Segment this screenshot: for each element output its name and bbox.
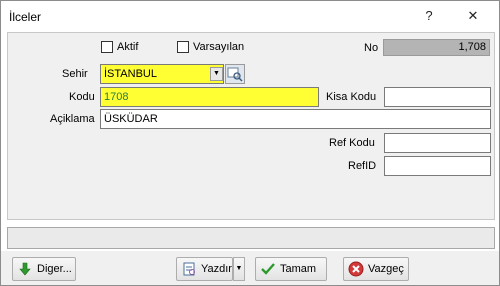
kisa-kodu-input[interactable] bbox=[384, 87, 491, 107]
sehir-value: İSTANBUL bbox=[104, 68, 157, 80]
aktif-checkbox[interactable] bbox=[101, 41, 113, 53]
ilceler-dialog: İlceler ? ✕ Aktif Varsayılan No 1,708 Se… bbox=[0, 0, 500, 286]
magnifier-icon bbox=[227, 67, 243, 82]
varsayilan-label: Varsayılan bbox=[193, 41, 245, 53]
title-bar: İlceler ? ✕ bbox=[1, 1, 499, 31]
sehir-label: Sehir bbox=[62, 68, 88, 80]
check-icon bbox=[260, 261, 276, 277]
ref-kodu-input[interactable] bbox=[384, 133, 491, 153]
button-bar: Diger... Yazdır ▼ Tamam Vazgeç bbox=[1, 251, 499, 285]
diger-button[interactable]: Diger... bbox=[12, 257, 76, 281]
help-button[interactable]: ? bbox=[413, 3, 445, 29]
window-title: İlceler bbox=[9, 10, 42, 24]
vazgec-button[interactable]: Vazgeç bbox=[343, 257, 409, 281]
varsayilan-checkbox[interactable] bbox=[177, 41, 189, 53]
tamam-button[interactable]: Tamam bbox=[255, 257, 327, 281]
diger-label: Diger... bbox=[37, 263, 72, 275]
kisa-kodu-label: Kisa Kodu bbox=[326, 91, 377, 103]
aktif-label: Aktif bbox=[117, 41, 139, 53]
print-icon bbox=[181, 261, 197, 277]
tamam-label: Tamam bbox=[280, 263, 317, 275]
arrow-down-icon bbox=[17, 261, 33, 277]
kodu-input[interactable]: 1708 bbox=[100, 87, 319, 107]
yazdir-label: Yazdır bbox=[201, 263, 232, 275]
status-bar bbox=[7, 227, 495, 249]
vazgec-label: Vazgeç bbox=[368, 263, 404, 275]
sehir-select[interactable]: İSTANBUL bbox=[100, 64, 224, 84]
lookup-icon[interactable] bbox=[225, 64, 245, 84]
yazdir-dropdown-icon[interactable]: ▼ bbox=[233, 257, 245, 281]
kodu-label: Kodu bbox=[69, 91, 95, 103]
aciklama-label: Açiklama bbox=[50, 113, 95, 125]
cancel-icon bbox=[348, 261, 364, 277]
no-field: 1,708 bbox=[383, 39, 490, 56]
chevron-down-icon[interactable]: ▼ bbox=[210, 67, 223, 81]
yazdir-button[interactable]: Yazdır bbox=[176, 257, 233, 281]
no-label: No bbox=[364, 42, 379, 54]
refid-label: RefID bbox=[348, 160, 377, 172]
close-button[interactable]: ✕ bbox=[457, 3, 489, 29]
refid-input[interactable] bbox=[384, 156, 491, 176]
form-panel: Aktif Varsayılan No 1,708 Sehir İSTANBUL… bbox=[7, 32, 495, 220]
ref-kodu-label: Ref Kodu bbox=[329, 137, 375, 149]
aciklama-input[interactable]: ÜSKÜDAR bbox=[100, 109, 491, 129]
